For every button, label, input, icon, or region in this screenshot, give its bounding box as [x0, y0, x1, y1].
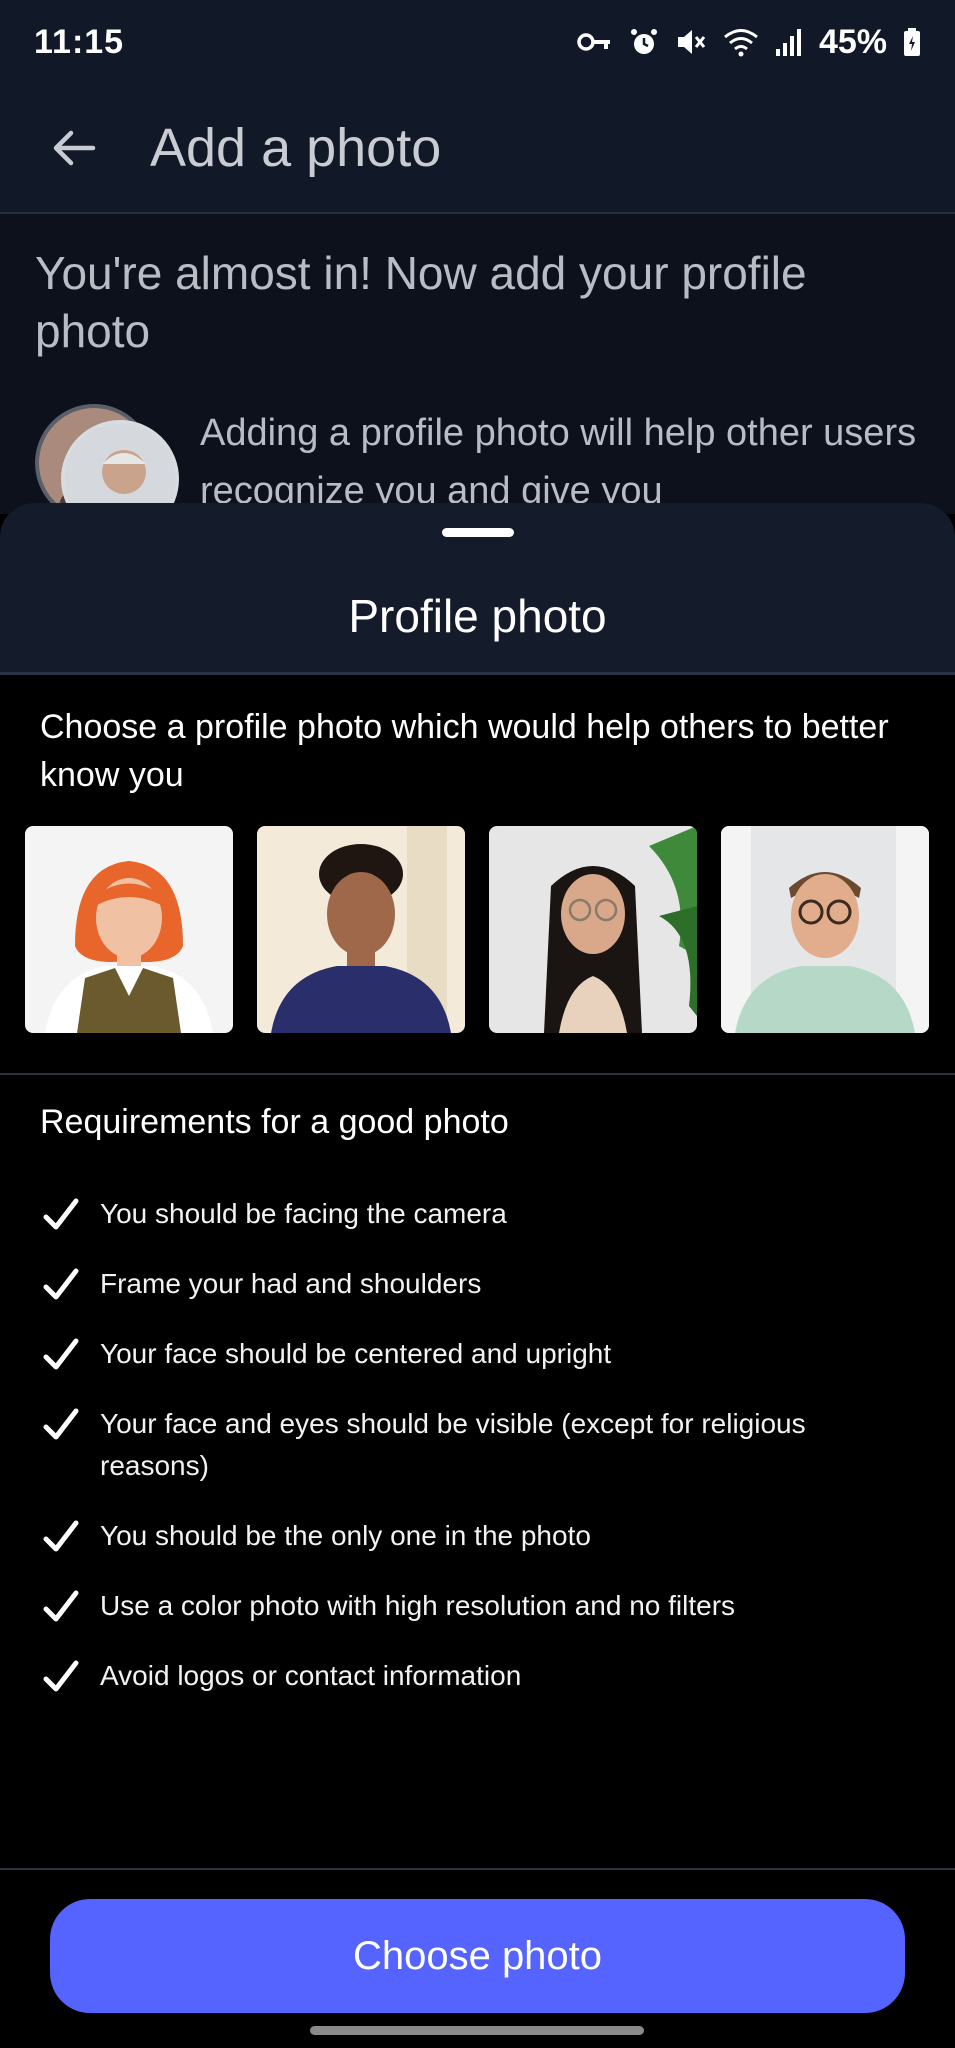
list-item: You should be facing the camera — [40, 1193, 920, 1235]
status-bar: 11:15 45% — [0, 0, 955, 84]
page-title: Add a photo — [150, 118, 442, 178]
checkmark-icon — [43, 1198, 79, 1230]
requirement-text: Your face should be centered and upright — [100, 1338, 612, 1369]
list-item: Your face and eyes should be visible (ex… — [40, 1403, 920, 1487]
status-icons: 45% — [577, 23, 921, 62]
checkmark-icon — [43, 1520, 79, 1552]
checkmark-icon — [43, 1660, 79, 1692]
alarm-icon — [629, 27, 659, 57]
mute-icon — [675, 27, 707, 57]
checkmark-icon — [43, 1338, 79, 1370]
example-photos — [25, 826, 929, 1033]
requirement-text: Use a color photo with high resolution a… — [100, 1590, 736, 1621]
sheet-header: Profile photo — [0, 503, 955, 675]
requirement-text: You should be facing the camera — [100, 1198, 507, 1229]
app-bar: Add a photo — [0, 84, 955, 214]
list-item: Frame your had and shoulders — [40, 1263, 920, 1305]
background-content: You're almost in! Now add your profile p… — [0, 214, 955, 514]
home-indicator[interactable] — [310, 2026, 644, 2035]
battery-percentage: 45% — [818, 22, 887, 61]
background-heading: You're almost in! Now add your profile p… — [35, 247, 807, 357]
intro-text: Choose a profile photo which would help … — [40, 708, 889, 794]
list-item: You should be the only one in the photo — [40, 1515, 920, 1557]
requirement-text: Avoid logos or contact information — [100, 1660, 522, 1691]
list-item: Avoid logos or contact information — [40, 1655, 920, 1697]
divider — [0, 1073, 955, 1075]
drag-handle[interactable] — [442, 528, 514, 537]
example-photo-woman-glasses — [489, 826, 697, 1033]
arrow-left-icon — [53, 130, 96, 166]
sheet-title: Profile photo — [348, 590, 607, 642]
list-item: Your face should be centered and upright — [40, 1333, 920, 1375]
choose-photo-button[interactable]: Choose photo — [50, 1899, 905, 2013]
requirement-text: You should be the only one in the photo — [100, 1520, 591, 1551]
list-item: Use a color photo with high resolution a… — [40, 1585, 920, 1627]
battery-icon — [903, 27, 921, 57]
status-time: 11:15 — [34, 22, 125, 61]
background-description: Adding a profile photo will help other u… — [200, 412, 917, 512]
requirements-list: You should be facing the camera Frame yo… — [40, 1193, 920, 1725]
example-photo-man-navy-shirt — [257, 826, 465, 1033]
screen: 11:15 45% Add a photo You're almost in! … — [0, 0, 955, 2048]
example-photo-woman-orange-hair — [25, 826, 233, 1033]
requirements-title: Requirements for a good photo — [40, 1103, 509, 1141]
sheet-footer: Choose photo — [0, 1868, 955, 2048]
checkmark-icon — [43, 1590, 79, 1622]
example-photo-man-glasses — [721, 826, 929, 1033]
vpn-key-icon — [577, 30, 613, 54]
requirement-text: Frame your had and shoulders — [100, 1268, 482, 1299]
checkmark-icon — [43, 1408, 79, 1440]
checkmark-icon — [43, 1268, 79, 1300]
requirement-text: Your face and eyes should be visible (ex… — [100, 1408, 806, 1481]
back-button[interactable] — [34, 108, 114, 188]
wifi-icon — [723, 27, 759, 57]
avatar-group — [35, 404, 195, 514]
signal-icon — [775, 27, 803, 57]
profile-photo-sheet: Profile photo Choose a profile photo whi… — [0, 503, 955, 2048]
